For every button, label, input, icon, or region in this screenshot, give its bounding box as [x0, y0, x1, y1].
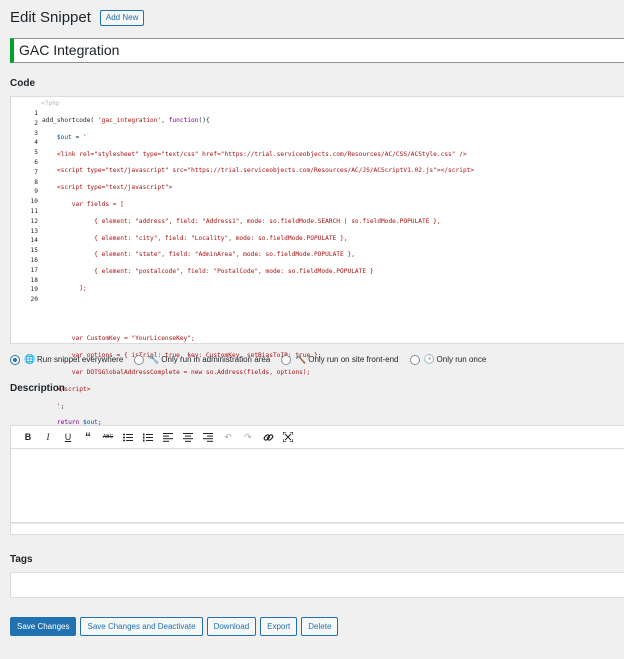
download-button[interactable]: Download [206, 617, 257, 636]
editor-status-bar [10, 523, 624, 535]
underline-icon[interactable]: U [61, 430, 75, 444]
code-line: var fields = [ [42, 200, 124, 208]
link-icon[interactable] [261, 430, 275, 444]
scope-label: Run snippet everywhere [37, 355, 124, 364]
fullscreen-icon[interactable] [281, 430, 295, 444]
align-left-icon[interactable] [161, 430, 175, 444]
code-line: </script> [42, 385, 91, 393]
strikethrough-icon[interactable]: ABC [101, 430, 115, 444]
radio-button[interactable] [10, 354, 20, 365]
line-number: 12 [30, 217, 38, 225]
scope-label: Only run on site front-end [308, 355, 399, 364]
line-number: 14 [30, 237, 38, 245]
scope-label: Only run once [436, 355, 487, 364]
code-line: <link rel="stylesheet" type="text/css" h… [42, 150, 467, 158]
code-line: add_shortcode( 'gac_integration', functi… [42, 117, 210, 124]
line-number: 6 [34, 158, 38, 166]
scope-option-everywhere[interactable]: 🌐 Run snippet everywhere [10, 354, 123, 365]
code-line: var DOTSGlobalAddressComplete = new so.A… [42, 368, 311, 376]
line-number: 2 [34, 119, 38, 127]
bold-icon[interactable]: B [21, 430, 35, 444]
code-line: '; [42, 402, 65, 410]
page-header: Edit Snippet Add New [10, 9, 145, 26]
line-number: 9 [34, 188, 38, 196]
code-content[interactable]: add_shortcode( 'gac_integration', functi… [42, 109, 474, 459]
code-line: { element: "city", field: "Locality", mo… [42, 234, 348, 242]
code-label: Code [10, 78, 35, 89]
snippet-name-input[interactable]: GAC Integration [10, 38, 624, 63]
tags-input[interactable] [10, 572, 624, 598]
italic-icon[interactable]: I [41, 430, 55, 444]
align-center-icon[interactable] [181, 430, 195, 444]
radio-button[interactable] [409, 354, 420, 365]
line-number: 17 [30, 266, 38, 274]
scope-label: Only run in administration area [161, 355, 271, 364]
add-new-button[interactable]: Add New [99, 9, 145, 26]
hammer-icon: 🔨 [295, 354, 307, 364]
code-editor[interactable]: <?php 1 2 3 4 5 6 7 8 9 10 11 12 13 14 15 16 17 18 19 20 ad… [10, 96, 624, 443]
line-number: 19 [30, 286, 38, 294]
line-number: 15 [30, 247, 38, 255]
editor-toolbar: B I U “ ABC ↶ ↷ [10, 425, 624, 449]
php-open-tag: <?php [41, 100, 60, 107]
save-deactivate-button[interactable]: Save Changes and Deactivate [80, 617, 203, 636]
description-editor[interactable] [10, 449, 624, 523]
export-button[interactable]: Export [260, 617, 298, 636]
line-number: 18 [30, 276, 38, 284]
line-number: 13 [30, 227, 38, 235]
code-line: $out = ' [56, 133, 87, 141]
line-number: 1 [34, 110, 38, 117]
code-line: { element: "state", field: "AdminArea", … [42, 251, 355, 259]
code-line: ]; [42, 284, 87, 292]
bullet-list-icon[interactable] [121, 430, 135, 444]
delete-button[interactable]: Delete [301, 617, 339, 636]
line-number: 4 [34, 139, 38, 147]
action-buttons: Save Changes Save Changes and Deactivate… [10, 617, 342, 636]
scope-option-frontend[interactable]: 🔨 Only run on site front-end [281, 354, 399, 365]
blockquote-icon[interactable]: “ [81, 430, 95, 444]
undo-icon[interactable]: ↶ [221, 430, 235, 444]
globe-icon: 🌐 [24, 354, 36, 364]
save-button[interactable]: Save Changes [10, 617, 77, 636]
code-line: <script type="text/javascript"> [42, 184, 173, 192]
line-number: 16 [30, 256, 38, 264]
line-number: 20 [30, 296, 38, 304]
radio-button[interactable] [134, 354, 145, 365]
description-label: Description [10, 383, 66, 394]
redo-icon[interactable]: ↷ [241, 430, 255, 444]
line-number: 3 [34, 129, 38, 137]
wrench-icon: 🔧 [148, 354, 160, 364]
code-line: var CustomKey = "YourLicenseKey"; [42, 335, 195, 343]
tags-label: Tags [10, 554, 33, 565]
line-number: 5 [34, 149, 38, 157]
align-right-icon[interactable] [201, 430, 215, 444]
line-number: 10 [30, 198, 38, 206]
line-number: 8 [34, 178, 38, 186]
code-line: { element: "postalcode", field: "PostalC… [42, 268, 374, 276]
radio-button[interactable] [281, 354, 292, 365]
page-title: Edit Snippet [10, 9, 91, 26]
numbered-list-icon[interactable] [141, 430, 155, 444]
line-number: 11 [30, 207, 38, 215]
scope-option-admin[interactable]: 🔧 Only run in administration area [134, 354, 270, 365]
line-numbers: 1 2 3 4 5 6 7 8 9 10 11 12 13 14 15 16 17 18 19 20 [11, 109, 38, 305]
line-number: 7 [34, 168, 38, 176]
scope-selector: 🌐 Run snippet everywhere 🔧 Only run in a… [10, 354, 497, 365]
scope-option-once[interactable]: 🕒 Only run once [409, 354, 487, 365]
code-line: <script type="text/javascript" src="http… [42, 167, 475, 175]
clock-icon: 🕒 [423, 354, 435, 364]
code-line: { element: "address", field: "Address1",… [42, 217, 441, 225]
